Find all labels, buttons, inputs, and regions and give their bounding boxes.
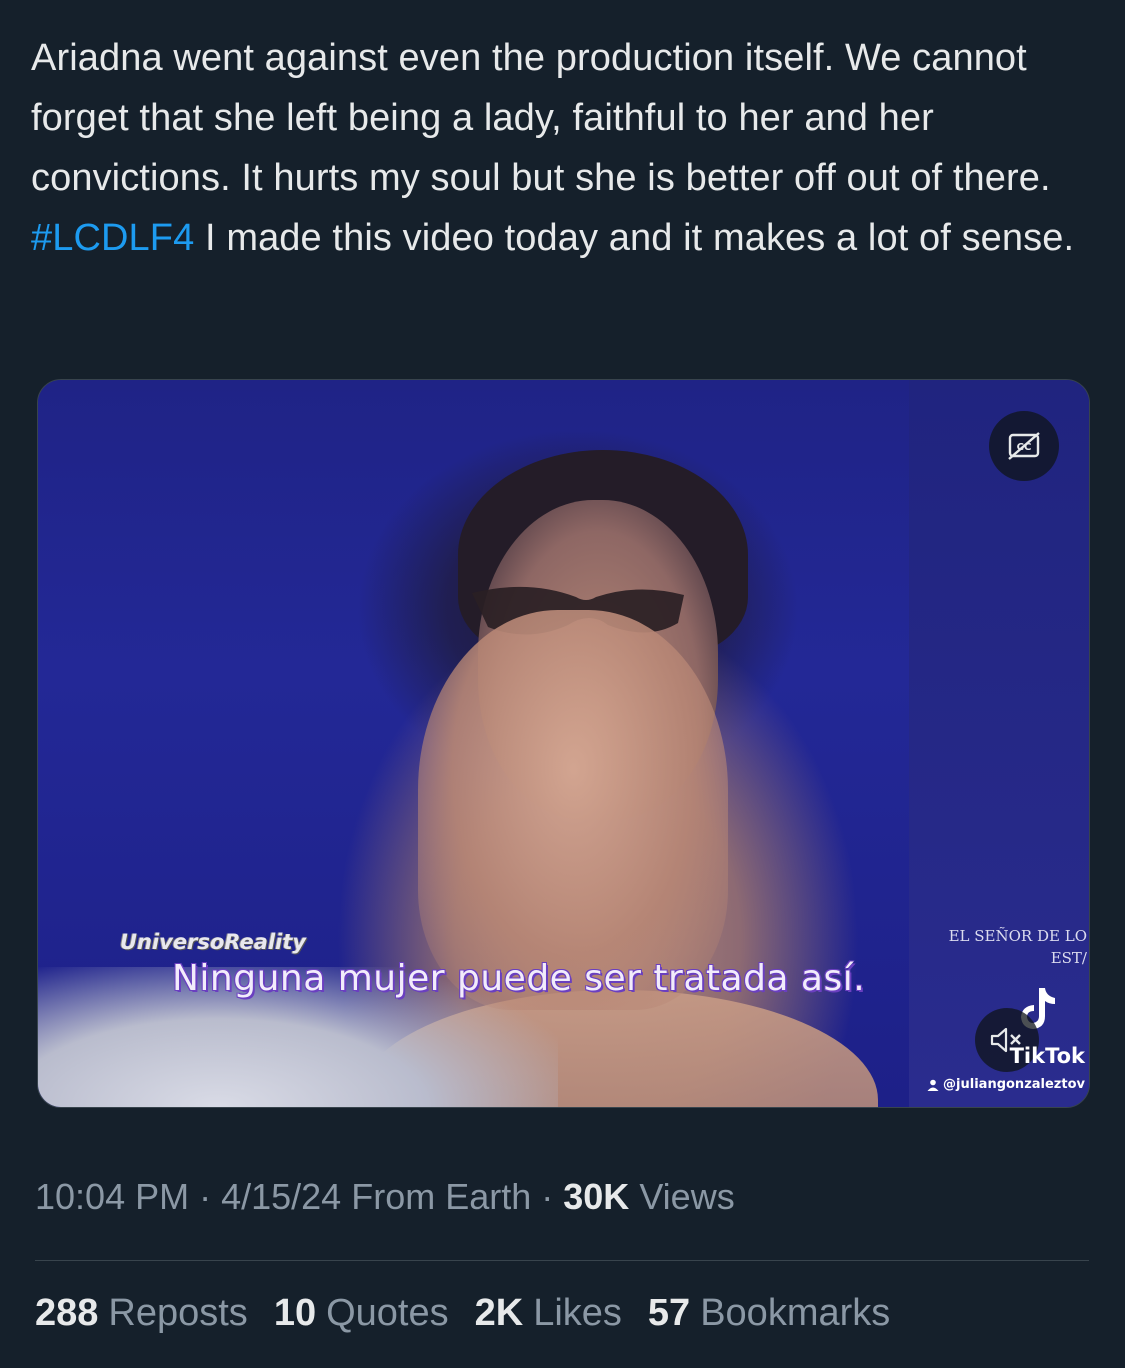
video-watermark: UniversoReality <box>120 930 307 954</box>
bookmarks-count: 57 <box>647 1292 691 1334</box>
reposts-count: 288 <box>35 1292 99 1334</box>
reposts-label: Reposts <box>108 1292 248 1334</box>
meta-separator: · <box>531 1176 564 1217</box>
video-frame-wall <box>909 380 1089 1107</box>
likes-count: 2K <box>474 1292 524 1334</box>
closed-captions-off-icon: CC <box>1008 432 1040 460</box>
likes-stat[interactable]: 2K Likes <box>475 1292 622 1335</box>
bookmarks-label: Bookmarks <box>700 1292 891 1334</box>
captions-button[interactable]: CC <box>989 411 1059 481</box>
tweet-detail: Ariadna went against even the production… <box>0 0 1125 1368</box>
hashtag-link[interactable]: #LCDLF4 <box>31 217 194 259</box>
bookmarks-stat[interactable]: 57 Bookmarks <box>648 1292 890 1335</box>
tweet-time[interactable]: 10:04 PM <box>35 1176 189 1217</box>
video-subtitle: Ninguna mujer puede ser tratada así. <box>172 958 866 999</box>
tiktok-handle-text: @juliangonzaleztov <box>943 1077 1085 1092</box>
channel-label-line2: EST/ <box>1050 949 1087 967</box>
tiktok-wordmark: TikTok <box>1009 1044 1085 1068</box>
video-player[interactable]: CC UniversoReality Ninguna mujer puede s… <box>37 379 1090 1108</box>
divider <box>35 1260 1089 1261</box>
engagement-stats: 288 Reposts 10 Quotes 2K Likes 57 Bookmarks <box>35 1292 890 1335</box>
views-count: 30K <box>563 1176 630 1217</box>
user-icon <box>927 1079 939 1091</box>
tweet-date[interactable]: 4/15/24 <box>221 1176 341 1217</box>
tweet-body-start: Ariadna went against even the production… <box>31 37 1051 199</box>
video-channel-label: EL SEÑOR DE LO EST/ <box>949 925 1087 969</box>
views-label: Views <box>629 1176 735 1217</box>
quotes-count: 10 <box>273 1292 317 1334</box>
likes-label: Likes <box>533 1292 622 1334</box>
meta-separator: · <box>189 1176 222 1217</box>
quotes-label: Quotes <box>326 1292 449 1334</box>
tweet-source: From Earth <box>341 1176 532 1217</box>
quotes-stat[interactable]: 10 Quotes <box>274 1292 449 1335</box>
tiktok-handle: @juliangonzaleztov <box>927 1077 1085 1092</box>
tweet-body-end: I made this video today and it makes a l… <box>194 217 1075 259</box>
channel-label-line1: EL SEÑOR DE LO <box>948 927 1087 945</box>
tweet-text: Ariadna went against even the production… <box>31 28 1091 268</box>
video-person-hands <box>418 610 728 1010</box>
tweet-meta: 10:04 PM · 4/15/24 From Earth · 30K View… <box>35 1176 735 1218</box>
reposts-stat[interactable]: 288 Reposts <box>35 1292 248 1335</box>
